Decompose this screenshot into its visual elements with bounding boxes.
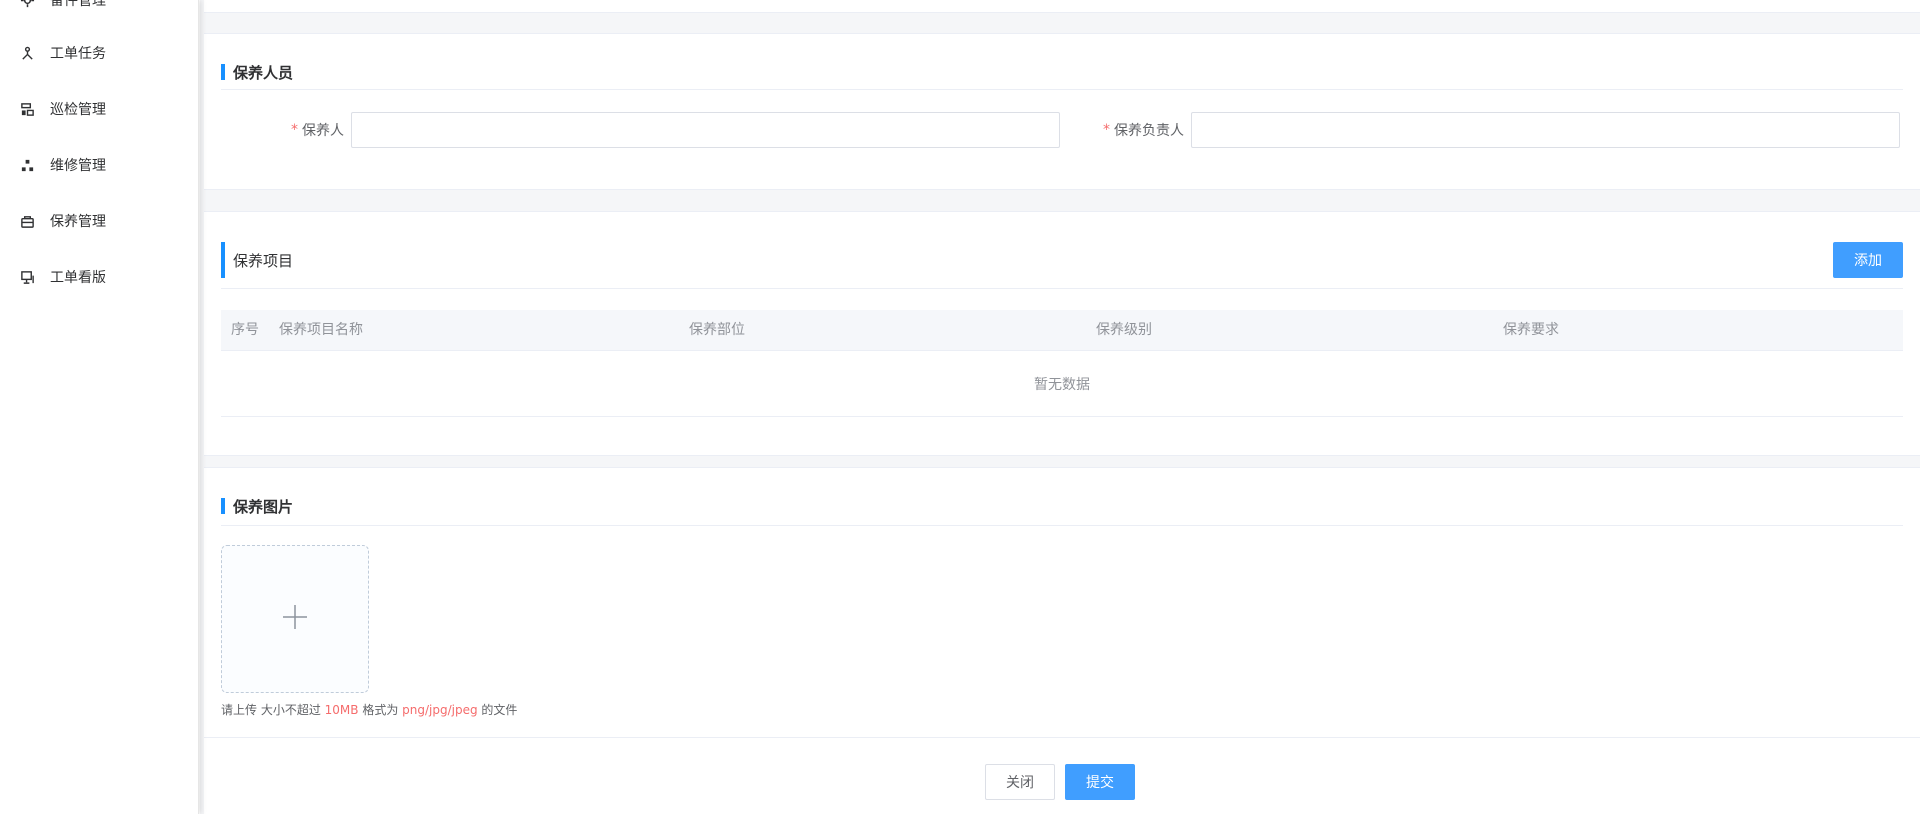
column-header-requirements: 保养要求 (1503, 322, 1559, 338)
sidebar-item-spare-parts[interactable]: 备件管理 (0, 0, 199, 20)
monitor-icon (19, 269, 35, 285)
nodes-icon (19, 157, 35, 173)
maintenance-manager-label-text: 保养负责人 (1114, 123, 1184, 139)
section-title-text: 保养人员 (233, 63, 294, 82)
plus-icon (281, 603, 309, 635)
sidebar-item-label: 工单看版 (50, 270, 106, 286)
required-mark: * (291, 122, 298, 138)
maintenance-manager-input[interactable] (1191, 112, 1900, 148)
maintenance-items-table: 序号 保养项目名称 保养部位 保养级别 保养要求 暂无数据 (221, 310, 1903, 417)
table-header: 序号 保养项目名称 保养部位 保养级别 保养要求 (221, 310, 1903, 351)
maintainer-label: * 保养人 (244, 112, 344, 148)
inspection-icon (19, 101, 35, 117)
maintenance-items-section: 保养项目 添加 序号 保养项目名称 保养部位 保养级别 保养要求 暂无数据 (204, 211, 1920, 456)
section-title-text: 保养项目 (233, 251, 294, 270)
empty-text: 暂无数据 (1034, 376, 1090, 393)
upload-tip-suffix: 的文件 (477, 703, 518, 717)
close-button[interactable]: 关闭 (985, 764, 1055, 800)
image-upload-area[interactable] (221, 545, 369, 693)
section-accent-bar (221, 64, 225, 80)
section-title: 保养图片 (221, 496, 293, 516)
add-item-button[interactable]: 添加 (1833, 242, 1903, 278)
upload-tip-size: 10MB (324, 703, 359, 717)
sidebar-item-repair[interactable]: 维修管理 (0, 145, 199, 185)
column-header-index: 序号 (231, 322, 259, 338)
maintenance-personnel-section: 保养人员 * 保养人 * 保养负责人 (204, 33, 1920, 190)
sidebar-item-label: 维修管理 (50, 158, 106, 174)
sidebar: 备件管理 工单任务 巡检管理 维修管理 保养管理 工单看版 (0, 0, 199, 814)
sidebar-item-label: 备件管理 (50, 0, 106, 9)
section-title: 保养人员 (221, 62, 293, 82)
upload-tip-prefix: 请上传 大小不超过 (221, 703, 325, 717)
sidebar-item-work-order-tasks[interactable]: 工单任务 (0, 33, 199, 73)
sidebar-item-label: 工单任务 (50, 46, 106, 62)
section-divider (221, 525, 1903, 526)
sidebar-item-inspection[interactable]: 巡检管理 (0, 89, 199, 129)
column-header-level: 保养级别 (1096, 322, 1152, 338)
form-footer: 关闭 提交 (204, 738, 1920, 814)
column-header-part: 保养部位 (689, 322, 745, 338)
main-content: 保养人员 * 保养人 * 保养负责人 保养项目 添加 序号 保养项目名称 保养部… (200, 0, 1920, 814)
upload-tip: 请上传 大小不超过 10MB 格式为 png/jpg/jpeg 的文件 (221, 701, 517, 718)
required-mark: * (1103, 122, 1110, 138)
section-accent-bar (221, 498, 225, 514)
column-header-item-name: 保养项目名称 (279, 322, 363, 338)
person-icon (19, 45, 35, 61)
maintenance-manager-label: * 保养负责人 (1084, 112, 1184, 148)
section-accent-bar (221, 242, 225, 278)
section-divider (221, 288, 1903, 289)
sidebar-item-label: 巡检管理 (50, 102, 106, 118)
maintenance-photos-section: 保养图片 请上传 大小不超过 10MB 格式为 png/jpg/jpeg 的文件 (204, 467, 1920, 738)
gear-icon (19, 0, 35, 8)
previous-section-card (204, 0, 1920, 13)
toolbox-icon (19, 213, 35, 229)
section-title-text: 保养图片 (233, 497, 294, 516)
section-divider (221, 89, 1903, 90)
upload-tip-formats: png/jpg/jpeg (402, 703, 478, 717)
section-title: 保养项目 (221, 242, 293, 278)
maintainer-label-text: 保养人 (302, 123, 344, 139)
sidebar-item-work-order-board[interactable]: 工单看版 (0, 257, 199, 297)
sidebar-item-label: 保养管理 (50, 214, 106, 230)
upload-tip-mid: 格式为 (358, 703, 403, 717)
maintainer-input[interactable] (351, 112, 1060, 148)
sidebar-item-maintenance[interactable]: 保养管理 (0, 201, 199, 241)
submit-button[interactable]: 提交 (1065, 764, 1135, 800)
table-empty-row: 暂无数据 (221, 351, 1903, 417)
